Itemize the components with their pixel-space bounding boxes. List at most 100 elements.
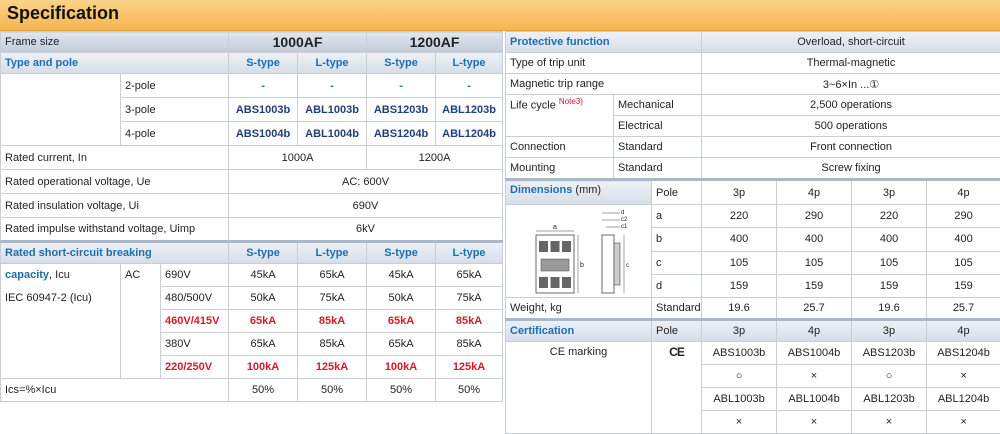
dim-pole-label: Pole [652, 180, 702, 205]
rated-current-1200: 1200A [367, 146, 503, 170]
dim-a-1: 220 [702, 205, 777, 228]
dim-pole-3: 3p [852, 180, 927, 205]
pole-spacer [1, 74, 121, 146]
pole-row-2: 2-pole - - - - [1, 74, 503, 98]
protective-label: Protective function [506, 32, 702, 53]
dim-a-2: 290 [777, 205, 852, 228]
ics-4: 50% [436, 379, 503, 402]
protective-value: Overload, short-circuit [702, 32, 1000, 53]
op-voltage-value: AC: 600V [229, 170, 503, 194]
frame-1000af: 1000AF [229, 32, 367, 53]
ins-voltage-value: 690V [229, 194, 503, 218]
dim-header-row: Dimensions (mm) Pole 3p 4p 3p 4p [506, 180, 1000, 205]
breaking-voltage-1: 690V [161, 264, 229, 287]
imp-voltage-value: 6kV [229, 218, 503, 242]
cert-3-3: ABL1203b [852, 388, 927, 411]
mounting-value: Screw fixing [702, 158, 1000, 180]
type-pole-label: Type and pole [1, 53, 229, 74]
dim-label-d: d [652, 274, 702, 297]
trip-unit-label: Type of trip unit [506, 53, 702, 74]
weight-2: 25.7 [777, 298, 852, 320]
cert-row-1: CE marking CE ABS1003b ABS1004b ABS1203b… [506, 342, 1000, 365]
ics-3: 50% [367, 379, 436, 402]
cert-3-4: ABL1204b [927, 388, 1000, 411]
pole-2-v4: - [436, 74, 503, 98]
cert-2-2: × [777, 365, 852, 388]
cert-pole-4: 4p [927, 320, 1000, 342]
diagram-label-a: a [553, 224, 557, 231]
pole-3-v4: ABL1203b [436, 98, 503, 122]
breaking-type-1: S-type [229, 242, 298, 264]
dim-c-2: 105 [777, 251, 852, 274]
frame-size-label: Frame size [1, 32, 229, 53]
cert-1-2: ABS1004b [777, 342, 852, 365]
ics-label: Ics=%×Icu [1, 379, 229, 402]
ins-voltage-label: Rated insulation voltage, Ui [1, 194, 229, 218]
cert-4-1: × [702, 411, 777, 434]
dim-d-2: 159 [777, 274, 852, 297]
electrical-value: 500 operations [702, 116, 1000, 137]
cert-1-4: ABS1204b [927, 342, 1000, 365]
breaking-spacer-a [1, 310, 121, 379]
br-1-4: 65kA [436, 264, 503, 287]
connection-value: Front connection [702, 137, 1000, 158]
dim-label-a: a [652, 205, 702, 228]
pole-2-v3: - [367, 74, 436, 98]
br-4-3: 65kA [367, 333, 436, 356]
dim-label-b: b [652, 228, 702, 251]
cert-1-1: ABS1003b [702, 342, 777, 365]
type-pole-header-row: Type and pole S-type L-type S-type L-typ… [1, 53, 503, 74]
dim-c-1: 105 [702, 251, 777, 274]
left-spec-table: Frame size 1000AF 1200AF Type and pole S… [0, 31, 503, 402]
br-2-3: 50kA [367, 287, 436, 310]
cert-2-1: ○ [702, 365, 777, 388]
br-1-3: 45kA [367, 264, 436, 287]
breaking-voltage-4: 380V [161, 333, 229, 356]
dim-label-c: c [652, 251, 702, 274]
breaking-voltage-3: 460V/415V [161, 310, 229, 333]
br-5-1: 100kA [229, 356, 298, 379]
mounting-std: Standard [614, 158, 702, 180]
life-cycle-label: Life cycle [510, 100, 556, 112]
rated-current-label: Rated current, In [1, 146, 229, 170]
br-2-1: 50kA [229, 287, 298, 310]
br-3-3: 65kA [367, 310, 436, 333]
title-bar: Specification [0, 0, 1000, 31]
dim-b-2: 400 [777, 228, 852, 251]
br-1-2: 65kA [298, 264, 367, 287]
cert-3-1: ABL1003b [702, 388, 777, 411]
br-5-2: 125kA [298, 356, 367, 379]
cert-pole-3: 3p [852, 320, 927, 342]
dim-pole-2: 4p [777, 180, 852, 205]
cert-4-4: × [927, 411, 1000, 434]
type-l-1200: L-type [436, 53, 503, 74]
br-2-2: 75kA [298, 287, 367, 310]
imp-voltage-label: Rated impulse withstand voltage, Uimp [1, 218, 229, 242]
dim-d-3: 159 [852, 274, 927, 297]
ac-label: AC [121, 264, 161, 287]
type-s-1000: S-type [229, 53, 298, 74]
pole-3-v2: ABL1003b [298, 98, 367, 122]
type-l-1000: L-type [298, 53, 367, 74]
mag-trip-label: Magnetic trip range [506, 74, 702, 95]
certification-label: Certification [506, 320, 652, 342]
pole-4-v4: ABL1204b [436, 122, 503, 146]
cert-4-3: × [852, 411, 927, 434]
br-3-1: 65kA [229, 310, 298, 333]
pole-4-v3: ABS1204b [367, 122, 436, 146]
mag-trip-value: 3~6×In ...① [702, 74, 1000, 95]
weight-1: 19.6 [702, 298, 777, 320]
connection-std: Standard [614, 137, 702, 158]
br-4-4: 85kA [436, 333, 503, 356]
ins-voltage-row: Rated insulation voltage, Ui 690V [1, 194, 503, 218]
br-1-1: 45kA [229, 264, 298, 287]
life-cycle-note: Note3) [559, 97, 583, 106]
breaking-type-4: L-type [436, 242, 503, 264]
breaking-row-690: capacity, Icu AC 690V 45kA 65kA 45kA 65k… [1, 264, 503, 287]
pole-4-v1: ABS1004b [229, 122, 298, 146]
breaking-type-3: S-type [367, 242, 436, 264]
diagram-label-d: d [621, 210, 624, 216]
dim-pole-4: 4p [927, 180, 1000, 205]
dimensions-unit: (mm) [572, 184, 601, 196]
dim-row-a: a b d c2 c1 c a 220 290 220 290 [506, 205, 1000, 228]
